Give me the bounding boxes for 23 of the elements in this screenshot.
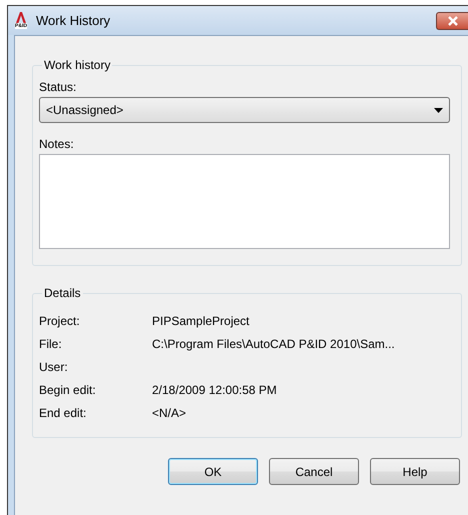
detail-value: <N/A> — [152, 406, 188, 421]
close-button[interactable] — [436, 12, 468, 30]
status-dropdown[interactable]: <Unassigned> — [39, 97, 450, 123]
field-label: Notes: — [39, 137, 75, 151]
group-title: Details — [43, 286, 82, 300]
detail-value: 2/18/2009 12:00:58 PM — [152, 383, 278, 398]
app-logo-icon — [15, 12, 27, 23]
close-icon — [448, 16, 458, 26]
dropdown-arrow-icon — [434, 108, 443, 112]
detail-label: User: — [39, 360, 69, 375]
detail-label: End edit: — [39, 406, 88, 421]
window-title: Work History — [36, 13, 110, 28]
dialog-button[interactable]: Help — [370, 458, 460, 485]
dialog-button[interactable]: OK — [168, 458, 258, 485]
dialog-button[interactable]: Cancel — [269, 458, 359, 485]
notes-field[interactable] — [39, 154, 450, 249]
detail-label: Begin edit: — [39, 383, 97, 398]
detail-value: PIPSampleProject — [152, 314, 250, 329]
group-title: Work history — [43, 58, 112, 72]
detail-value: C:\Program Files\AutoCAD P&ID 2010\Sam... — [152, 337, 396, 352]
detail-label: Project: — [39, 314, 81, 329]
detail-label: File: — [39, 337, 63, 352]
field-label: Status: — [39, 80, 78, 94]
